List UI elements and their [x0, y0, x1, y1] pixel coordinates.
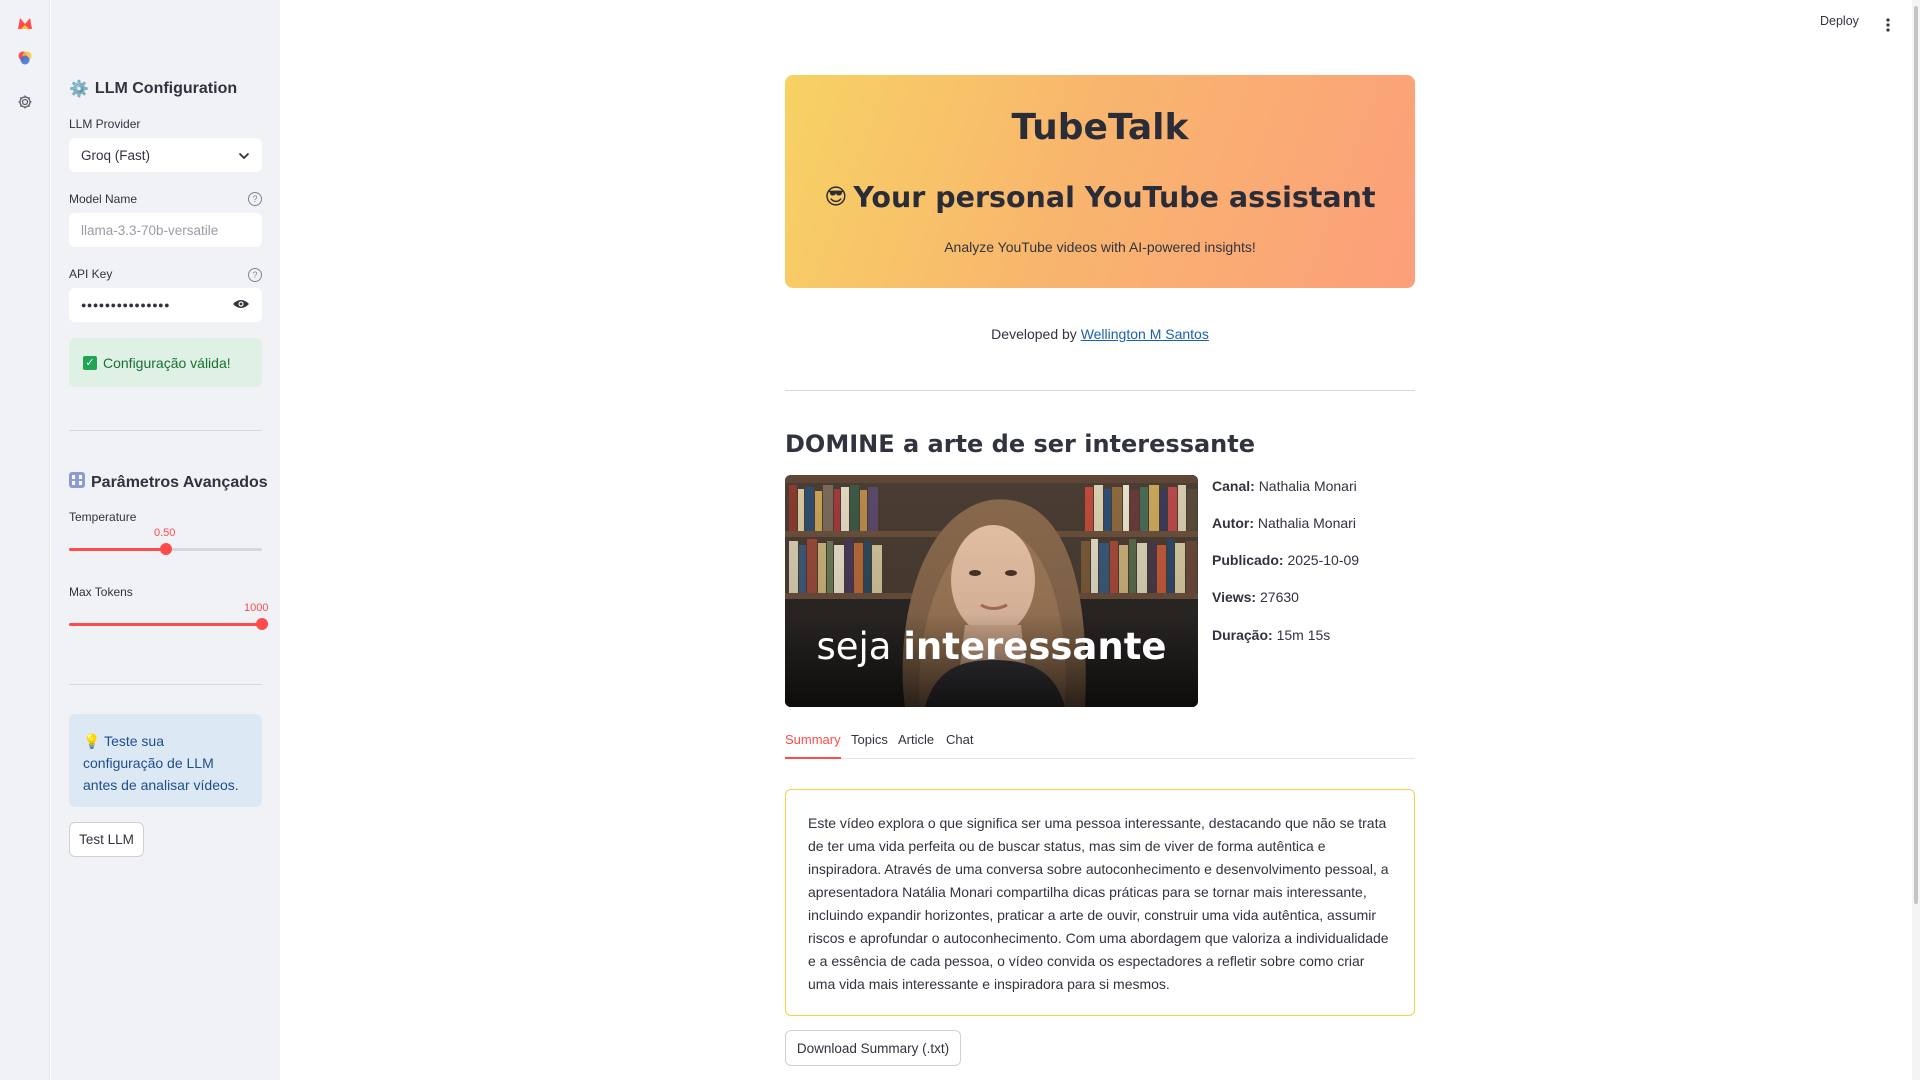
tab-topics[interactable]: Topics: [851, 732, 888, 759]
tab-article[interactable]: Article: [898, 732, 934, 759]
more-options-icon[interactable]: [1886, 18, 1890, 37]
hero-banner: TubeTalk 😎 Your personal YouTube assista…: [785, 75, 1415, 288]
divider: [69, 684, 262, 685]
max-tokens-label: Max Tokens: [69, 585, 133, 599]
control-knobs-icon: [69, 472, 85, 493]
model-name-input[interactable]: llama-3.3-70b-versatile: [69, 213, 262, 247]
gear-emoji-icon: ⚙️: [69, 81, 89, 98]
meta-channel: Canal: Nathalia Monari: [1212, 478, 1357, 494]
palette-icon[interactable]: [14, 47, 36, 69]
divider: [785, 390, 1415, 391]
app-logo-icon[interactable]: [14, 12, 36, 34]
slider-fill: [69, 623, 262, 626]
temperature-slider[interactable]: [69, 543, 262, 555]
meta-views: Views: 27630: [1212, 589, 1299, 605]
slider-thumb[interactable]: [160, 543, 172, 555]
app-subtitle: 😎 Your personal YouTube assistant: [824, 181, 1376, 214]
slider-fill: [69, 548, 165, 551]
scrollbar-thumb[interactable]: [1914, 6, 1918, 904]
tab-summary[interactable]: Summary: [785, 732, 841, 759]
max-tokens-value: 1000: [244, 602, 269, 614]
video-thumbnail: seja interessante: [785, 475, 1198, 707]
download-summary-button[interactable]: Download Summary (.txt): [785, 1030, 961, 1066]
gear-icon[interactable]: [14, 91, 36, 113]
llm-config-title: ⚙️ LLM Configuration: [69, 80, 238, 98]
divider: [69, 430, 262, 431]
model-label: Model Name: [69, 192, 138, 206]
info-alert: 💡 Teste sua configuração de LLM antes de…: [69, 714, 262, 807]
max-tokens-slider[interactable]: [69, 618, 268, 630]
check-icon: ✓: [83, 355, 97, 370]
temperature-value: 0.50: [154, 527, 176, 539]
help-icon[interactable]: ?: [248, 192, 262, 206]
api-key-value: ●●●●●●●●●●●●●●●: [81, 300, 171, 310]
provider-label: LLM Provider: [69, 117, 141, 131]
app-tagline: Analyze YouTube videos with AI-powered i…: [944, 239, 1256, 255]
sidebar: ⚙️ LLM Configuration LLM Provider Groq (…: [51, 0, 280, 1080]
app-title: TubeTalk: [1011, 107, 1189, 148]
video-title: DOMINE a arte de ser interessante: [785, 430, 1256, 458]
meta-author: Autor: Nathalia Monari: [1212, 515, 1356, 531]
icon-rail: [0, 0, 50, 1080]
lightbulb-icon: 💡: [83, 733, 101, 749]
meta-duration: Duração: 15m 15s: [1212, 627, 1331, 643]
advanced-params-title: Parâmetros Avançados: [69, 472, 268, 493]
bookshelf-thumbnail-image: [785, 475, 1198, 707]
slider-thumb[interactable]: [256, 618, 268, 630]
summary-box: Este vídeo explora o que significa ser u…: [785, 789, 1415, 1016]
tab-bar: Summary Topics Article Chat: [785, 730, 1415, 759]
meta-published: Publicado: 2025-10-09: [1212, 552, 1360, 568]
developer-credit: Developed by Wellington M Santos: [991, 326, 1209, 342]
deploy-button[interactable]: Deploy: [1820, 14, 1859, 28]
provider-value: Groq (Fast): [81, 147, 151, 163]
sunglasses-emoji-icon: 😎: [824, 185, 848, 210]
eye-icon[interactable]: [232, 298, 250, 313]
temperature-label: Temperature: [69, 510, 137, 524]
summary-text: Este vídeo explora o que significa ser u…: [808, 815, 1389, 992]
test-llm-button[interactable]: Test LLM: [69, 822, 144, 857]
api-key-label: API Key: [69, 267, 113, 281]
api-key-input[interactable]: ●●●●●●●●●●●●●●●: [69, 288, 262, 322]
config-success-alert: ✓ Configuração válida!: [69, 338, 262, 387]
developer-link[interactable]: Wellington M Santos: [1081, 326, 1209, 342]
provider-select[interactable]: Groq (Fast): [69, 138, 262, 172]
help-icon[interactable]: ?: [248, 268, 262, 282]
tab-chat[interactable]: Chat: [946, 732, 973, 759]
thumbnail-caption: seja interessante: [816, 625, 1167, 668]
chevron-down-icon: [238, 148, 250, 163]
